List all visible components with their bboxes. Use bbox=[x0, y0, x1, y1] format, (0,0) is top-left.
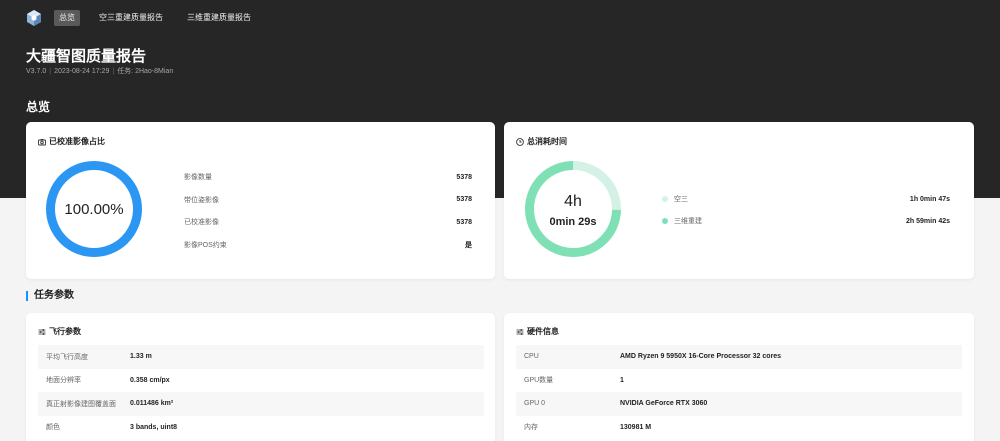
param-value: 0.011486 km² bbox=[130, 400, 174, 408]
task-text: 任务: 2Hao-8Mian bbox=[117, 68, 174, 75]
card-header: 飞行参数 bbox=[38, 326, 81, 337]
date-text: 2023-08-24 17:29 bbox=[54, 68, 110, 75]
stat-row: 带位姿影像 5378 bbox=[184, 189, 472, 212]
hw-value: AMD Ryzen 9 5950X 16-Core Processor 32 c… bbox=[620, 353, 782, 361]
stat-value: 是 bbox=[465, 241, 472, 249]
section-title-task-params: 任务参数 bbox=[26, 290, 74, 302]
stat-row: 影像数量 5378 bbox=[184, 166, 472, 189]
param-key: 颜色 bbox=[46, 424, 60, 432]
top-nav: 总览 空三重建质量报告 三维重建质量报告 bbox=[26, 9, 270, 27]
stat-key: 带位姿影像 bbox=[184, 196, 219, 204]
stat-row: 影像POS约束 是 bbox=[184, 234, 472, 257]
donut-hours-label: 4h bbox=[564, 193, 582, 210]
param-key: 平均飞行高度 bbox=[46, 353, 88, 361]
page-title: 大疆智图质量报告 bbox=[26, 48, 147, 65]
image-stats-list: 影像数量 5378 带位姿影像 5378 已校准影像 5378 影像POS约束 是 bbox=[184, 166, 472, 256]
time-legend: 空三 1h 0min 47s 三维重建 2h 59min 42s bbox=[662, 188, 950, 232]
hardware-info-card: 硬件信息 CPU AMD Ryzen 9 5950X 16-Core Proces… bbox=[504, 313, 974, 441]
stat-row: 已校准影像 5378 bbox=[184, 211, 472, 234]
table-row: GPU 0 NVIDIA GeForce RTX 3060 bbox=[516, 392, 962, 416]
tab-3d-reconstruction-report[interactable]: 三维重建质量报告 bbox=[182, 10, 256, 26]
card-title: 已校准影像占比 bbox=[49, 137, 105, 146]
stat-key: 影像POS约束 bbox=[184, 241, 227, 249]
clock-icon bbox=[516, 137, 524, 146]
param-key: 真正射影像建图覆盖面 bbox=[46, 400, 116, 408]
stat-value: 5378 bbox=[456, 196, 472, 204]
stat-value: 5378 bbox=[456, 218, 472, 226]
card-title: 飞行参数 bbox=[49, 327, 81, 336]
table-row: GPU数量 1 bbox=[516, 369, 962, 393]
donut-percent-label: 100.00% bbox=[64, 201, 123, 218]
param-key: 地面分辨率 bbox=[46, 377, 81, 385]
stat-key: 影像数量 bbox=[184, 174, 212, 182]
camera-icon bbox=[38, 138, 46, 145]
total-time-card: 总消耗时间 4h 0min 29s 空三 1h 0min 47s 三维重建 2h… bbox=[504, 122, 974, 279]
app-logo-icon bbox=[27, 10, 41, 26]
hw-key: GPU 0 bbox=[524, 400, 546, 408]
table-row: 地面分辨率 0.358 cm/px bbox=[38, 369, 484, 393]
hw-key: CPU bbox=[524, 353, 539, 361]
tab-overview[interactable]: 总览 bbox=[54, 10, 80, 26]
card-header: 总消耗时间 bbox=[516, 136, 567, 147]
report-meta: V3.7.0 | 2023-08-24 17:29 | 任务: 2Hao-8Mian bbox=[26, 68, 174, 75]
tab-aerotriangulation-report[interactable]: 空三重建质量报告 bbox=[94, 10, 168, 26]
donut-minutes-label: 0min 29s bbox=[549, 216, 596, 228]
card-title: 硬件信息 bbox=[527, 327, 559, 336]
legend-swatch bbox=[662, 218, 668, 224]
table-row: 真正射影像建图覆盖面 0.011486 km² bbox=[38, 392, 484, 416]
hardware-info-table: CPU AMD Ryzen 9 5950X 16-Core Processor 3… bbox=[516, 345, 962, 439]
param-value: 3 bands, uint8 bbox=[130, 423, 178, 431]
table-row: CPU AMD Ryzen 9 5950X 16-Core Processor 3… bbox=[516, 345, 962, 369]
sliders-icon bbox=[516, 328, 524, 335]
table-row: 颜色 3 bands, uint8 bbox=[38, 416, 484, 440]
card-header: 已校准影像占比 bbox=[38, 136, 105, 147]
hw-value: 130981 M bbox=[620, 423, 652, 431]
param-value: 1.33 m bbox=[130, 353, 152, 361]
param-value: 0.358 cm/px bbox=[130, 376, 170, 384]
hw-key: GPU数量 bbox=[524, 377, 554, 385]
version-text: V3.7.0 bbox=[26, 68, 47, 75]
stat-key: 已校准影像 bbox=[184, 219, 219, 227]
legend-key: 三维重建 bbox=[674, 218, 702, 225]
legend-value: 1h 0min 47s bbox=[909, 195, 950, 203]
sliders-icon bbox=[38, 328, 46, 335]
table-row: 平均飞行高度 1.33 m bbox=[38, 345, 484, 369]
legend-value: 2h 59min 42s bbox=[906, 217, 950, 225]
section-title-overview: 总览 bbox=[26, 100, 51, 114]
calibrated-ratio-donut: 100.00% bbox=[46, 161, 142, 257]
flight-params-table: 平均飞行高度 1.33 m 地面分辨率 0.358 cm/px 真正射影像建图覆盖面… bbox=[38, 345, 484, 439]
table-row: 内存 130981 M bbox=[516, 416, 962, 440]
legend-row: 三维重建 2h 59min 42s bbox=[662, 210, 950, 232]
time-breakdown-donut: 4h 0min 29s bbox=[525, 161, 621, 257]
legend-key: 空三 bbox=[674, 196, 688, 203]
hw-key: 内存 bbox=[524, 424, 538, 432]
calibrated-images-card: 已校准影像占比 100.00% 影像数量 5378 带位姿影像 5378 已校准影像… bbox=[26, 122, 495, 279]
stat-value: 5378 bbox=[456, 173, 472, 181]
legend-row: 空三 1h 0min 47s bbox=[662, 188, 950, 210]
flight-params-card: 飞行参数 平均飞行高度 1.33 m 地面分辨率 0.358 cm/px 真正射影像… bbox=[26, 313, 495, 441]
card-header: 硬件信息 bbox=[516, 326, 559, 337]
hw-value: 1 bbox=[620, 376, 624, 384]
legend-swatch bbox=[662, 196, 668, 202]
card-title: 总消耗时间 bbox=[527, 137, 567, 146]
hw-value: NVIDIA GeForce RTX 3060 bbox=[620, 400, 708, 408]
